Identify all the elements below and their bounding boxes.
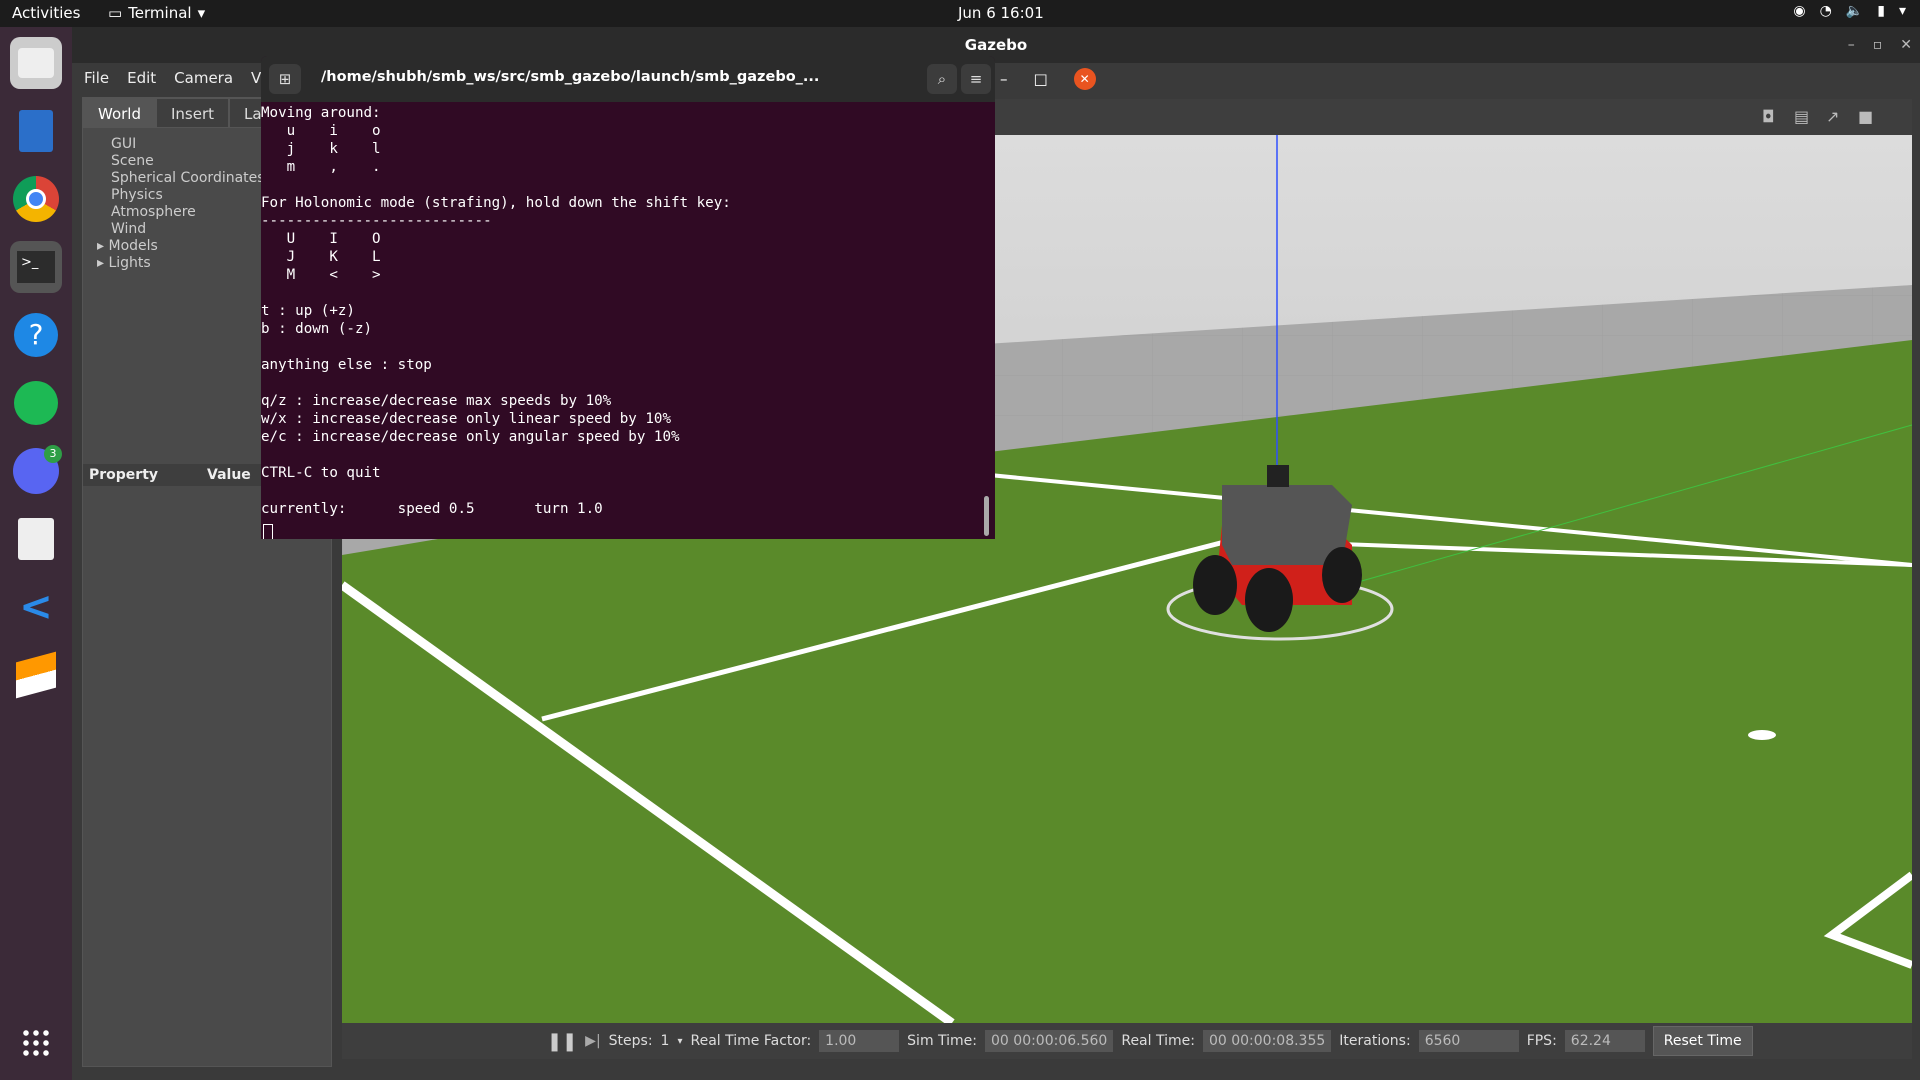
step-icon[interactable]: ▶| <box>585 1033 600 1049</box>
iterations-label: Iterations: <box>1339 1033 1411 1049</box>
close-icon[interactable]: ✕ <box>1073 68 1096 90</box>
menu-edit[interactable]: Edit <box>127 69 156 87</box>
close-icon[interactable]: ✕ <box>1900 27 1912 63</box>
tree-item-models[interactable]: Models <box>108 238 157 254</box>
property-col: Property <box>89 467 159 483</box>
chevron-down-icon: ▾ <box>1898 3 1906 19</box>
discord-icon[interactable]: 3 <box>10 445 62 497</box>
steps-value[interactable]: 1 <box>661 1033 670 1049</box>
maximize-icon[interactable]: □ <box>1034 70 1048 88</box>
sim-status-bar: ❚❚ ▶| Steps: 1 ▾ Real Time Factor: 1.00 S… <box>342 1023 1912 1059</box>
spotify-icon[interactable] <box>10 377 62 429</box>
iterations-value: 6560 <box>1418 1030 1519 1052</box>
terminal-window[interactable]: ⊞ /home/shubh/smb_ws/src/smb_gazebo/laun… <box>261 56 995 539</box>
volume-icon: 🔈 <box>1845 3 1864 19</box>
value-col: Value <box>207 467 251 483</box>
new-tab-icon[interactable]: ⊞ <box>269 64 301 94</box>
fps-label: FPS: <box>1526 1033 1557 1049</box>
discord-badge: 3 <box>44 445 62 463</box>
activities-button[interactable]: Activities <box>12 4 80 22</box>
files-icon[interactable] <box>10 37 62 89</box>
help-icon[interactable]: ? <box>10 309 62 361</box>
menu-camera[interactable]: Camera <box>174 69 233 87</box>
chevron-down-icon[interactable]: ▾ <box>677 1036 682 1047</box>
tree-item-lights[interactable]: Lights <box>108 255 150 271</box>
clock[interactable]: Jun 6 16:01 <box>958 4 1044 22</box>
wifi-icon: ◔ <box>1819 3 1832 19</box>
expand-icon[interactable]: ▸ <box>97 238 108 254</box>
sublime-icon[interactable] <box>10 649 62 701</box>
vscode-icon[interactable]: < <box>10 581 62 633</box>
chrome-icon[interactable] <box>10 173 62 225</box>
terminal-header: ⊞ /home/shubh/smb_ws/src/smb_gazebo/laun… <box>261 56 995 102</box>
steps-label: Steps: <box>608 1033 653 1049</box>
menu-file[interactable]: File <box>84 69 109 87</box>
dock: >_ ? 3 < <box>0 27 72 1080</box>
tab-insert[interactable]: Insert <box>156 98 230 128</box>
cursor <box>263 524 273 539</box>
reset-time-button[interactable]: Reset Time <box>1652 1026 1753 1056</box>
restore-icon[interactable]: ▫ <box>1873 27 1883 63</box>
show-apps-icon[interactable] <box>10 1017 62 1069</box>
system-tray[interactable]: ◉ ◔ 🔈 ▮ ▾ <box>1793 3 1906 19</box>
log-icon[interactable]: ▤ <box>1794 107 1816 126</box>
camera-icon[interactable]: ◘ <box>1762 107 1784 126</box>
pause-icon[interactable]: ❚❚ <box>547 1031 577 1052</box>
app-menu[interactable]: ▭ Terminal ▾ <box>108 4 205 22</box>
discord-tray-icon[interactable]: ◉ <box>1793 3 1805 19</box>
plot-icon[interactable]: ↗ <box>1826 107 1848 126</box>
real-time-label: Real Time: <box>1121 1033 1195 1049</box>
terminal-window-controls: – □ ✕ <box>1000 68 1096 90</box>
rtf-label: Real Time Factor: <box>690 1033 812 1049</box>
hamburger-menu-icon[interactable]: ≡ <box>961 64 991 94</box>
minimize-icon[interactable]: – <box>1848 27 1855 63</box>
top-bar: Activities ▭ Terminal ▾ Jun 6 16:01 ◉ ◔ 🔈 ▮ ▾ <box>0 0 1920 27</box>
real-time-value: 00 00:00:08.355 <box>1202 1030 1332 1052</box>
fps-value: 62.24 <box>1564 1030 1645 1052</box>
sim-time-value: 00 00:00:06.560 <box>985 1030 1114 1052</box>
minimize-icon[interactable]: – <box>1000 70 1008 88</box>
app-name: Terminal <box>128 4 192 22</box>
terminal-icon[interactable]: >_ <box>10 241 62 293</box>
terminal-title: /home/shubh/smb_ws/src/smb_gazebo/launch… <box>321 69 820 85</box>
window-title: Gazebo <box>964 36 1028 54</box>
rtf-value: 1.00 <box>819 1030 900 1052</box>
terminal-icon: ▭ <box>108 4 123 22</box>
battery-icon: ▮ <box>1877 3 1885 19</box>
chevron-down-icon: ▾ <box>197 4 206 22</box>
tab-world[interactable]: World <box>83 98 156 128</box>
video-icon[interactable]: ■ <box>1858 107 1880 126</box>
writer-icon[interactable] <box>10 105 62 157</box>
text-editor-icon[interactable] <box>10 513 62 565</box>
search-icon[interactable]: ⌕ <box>927 64 957 94</box>
sim-time-label: Sim Time: <box>907 1033 978 1049</box>
scrollbar[interactable] <box>984 496 989 536</box>
terminal-output[interactable]: Moving around: u i o j k l m , . For Hol… <box>261 104 995 539</box>
expand-icon[interactable]: ▸ <box>97 255 108 271</box>
